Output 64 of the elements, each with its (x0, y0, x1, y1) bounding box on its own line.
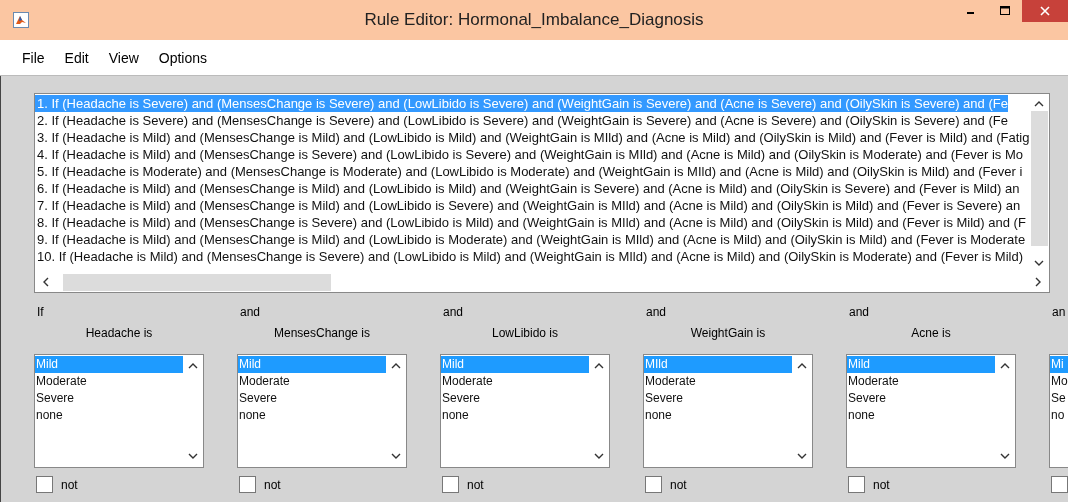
connector-label: and (443, 305, 464, 320)
not-checkbox[interactable] (239, 476, 256, 493)
variable-label: MensesChange is (273, 326, 371, 340)
not-checkbox[interactable] (645, 476, 662, 493)
list-option[interactable]: Mo (1050, 373, 1068, 390)
list-option[interactable]: Moderate (238, 373, 386, 390)
list-option[interactable]: none (238, 407, 386, 424)
not-label: not (467, 477, 484, 492)
list-option[interactable]: Severe (441, 390, 589, 407)
connector-label: and (646, 305, 667, 320)
variable-label: Headache is (85, 326, 153, 340)
list-option[interactable]: none (847, 407, 995, 424)
connector-label: and (240, 305, 261, 320)
list-option[interactable]: no (1050, 407, 1068, 424)
membership-list[interactable]: Mild Moderate Severe none (440, 354, 610, 468)
membership-list[interactable]: Mild Moderate Severe none (846, 354, 1016, 468)
rule-item[interactable]: 5. If (Headache is Moderate) and (MensesChange is Moderate) and (LowLibido is Moderate) and (WeightGain is MIld) and (Acne is Mild) and (OilySkin is Mild) and (Fever i (35, 163, 1023, 180)
list-option[interactable]: Moderate (441, 373, 589, 390)
variable-label: Acne is (911, 326, 951, 340)
list-option[interactable]: Moderate (644, 373, 792, 390)
connector-label: and (849, 305, 870, 320)
connector-label: an (1052, 305, 1066, 320)
variable-label: WeightGain is (690, 326, 766, 340)
rule-item[interactable]: 3. If (Headache is Mild) and (MensesChange is Mild) and (LowLibido is Mild) and (WeightGain is MIld) and (Acne is Mild) and (OilySkin is Mild) and (Fever is Mild) and (Fatig (35, 129, 1029, 146)
variable-label: LowLibido is (491, 326, 558, 340)
not-label: not (670, 477, 687, 492)
rule-item[interactable]: 4. If (Headache is Mild) and (MensesChange is Severe) and (LowLibido is Severe) and (WeightGain is MIld) and (Acne is Mild) and (OilySkin is Moderate) and (Fever is Mo (35, 146, 1023, 163)
list-option[interactable]: none (441, 407, 589, 424)
rule-item[interactable]: 9. If (Headache is Mild) and (MensesChange is Mild) and (LowLibido is Moderate) and (WeightGain is MIld) and (Acne is Mild) and (OilySkin is Mild) and (Fever is Moderate (35, 231, 1026, 248)
maximize-icon (1000, 6, 1010, 16)
rule-item[interactable]: 8. If (Headache is Mild) and (MensesChange is Severe) and (LowLibido is Mild) and (WeightGain is MIld) and (Acne is Mild) and (OilySkin is Mild) and (Fever is Mild) and (F (35, 214, 1026, 231)
not-checkbox[interactable] (1051, 476, 1068, 493)
not-checkbox[interactable] (442, 476, 459, 493)
rule-item[interactable]: 7. If (Headache is Mild) and (MensesChange is Mild) and (LowLibido is Severe) and (WeightGain is MIld) and (Acne is Mild) and (OilySkin is Mild) and (Fever is Severe) an (35, 197, 1021, 214)
menu-item[interactable]: Edit (56, 47, 97, 68)
not-checkbox[interactable] (848, 476, 865, 493)
not-label: not (873, 477, 890, 492)
membership-list[interactable]: Mild Moderate Severe none (34, 354, 204, 468)
window-title: Rule Editor: Hormonal_Imbalance_Diagnosis (364, 10, 704, 30)
membership-list[interactable]: MIld Moderate Severe none (643, 354, 813, 468)
membership-list[interactable]: Mi Mo Se no (1049, 354, 1068, 468)
list-option[interactable]: Moderate (35, 373, 183, 390)
menu-item[interactable]: Options (150, 47, 216, 68)
list-option[interactable]: Severe (238, 390, 386, 407)
list-option[interactable]: none (35, 407, 183, 424)
menu-item[interactable]: File (14, 47, 53, 68)
rule-item[interactable]: 6. If (Headache is Mild) and (MensesChange is Mild) and (LowLibido is Mild) and (WeightGain is Severe) and (Acne is Mild) and (OilySkin is Severe) and (Fever is Mild) an (35, 180, 1020, 197)
list-option[interactable]: Severe (847, 390, 995, 407)
not-label: not (61, 477, 78, 492)
list-option[interactable]: Moderate (847, 373, 995, 390)
list-option[interactable]: Severe (644, 390, 792, 407)
menu-item[interactable]: View (100, 47, 147, 68)
membership-list[interactable]: Mild Moderate Severe none (237, 354, 407, 468)
rule-item[interactable]: 10. If (Headache is Mild) and (MensesChange is Severe) and (LowLibido is Mild) and (WeightGain is MIld) and (Acne is Mild) and (OilySkin is Moderate) and (Fever is Mild) (35, 248, 1023, 265)
rule-list[interactable] (34, 93, 1050, 293)
rule-item[interactable]: 2. If (Headache is Severe) and (MensesChange is Severe) and (LowLibido is Severe) and (WeightGain is Severe) and (Acne is Severe) and (OilySkin is Severe) and (Fe (35, 112, 1008, 129)
list-option[interactable]: none (644, 407, 792, 424)
connector-label: If (37, 305, 44, 320)
close-icon (1040, 6, 1050, 16)
not-checkbox[interactable] (36, 476, 53, 493)
list-option[interactable]: Severe (35, 390, 183, 407)
app-icon (13, 12, 29, 28)
list-option[interactable]: Se (1050, 390, 1068, 407)
not-label: not (264, 477, 281, 492)
